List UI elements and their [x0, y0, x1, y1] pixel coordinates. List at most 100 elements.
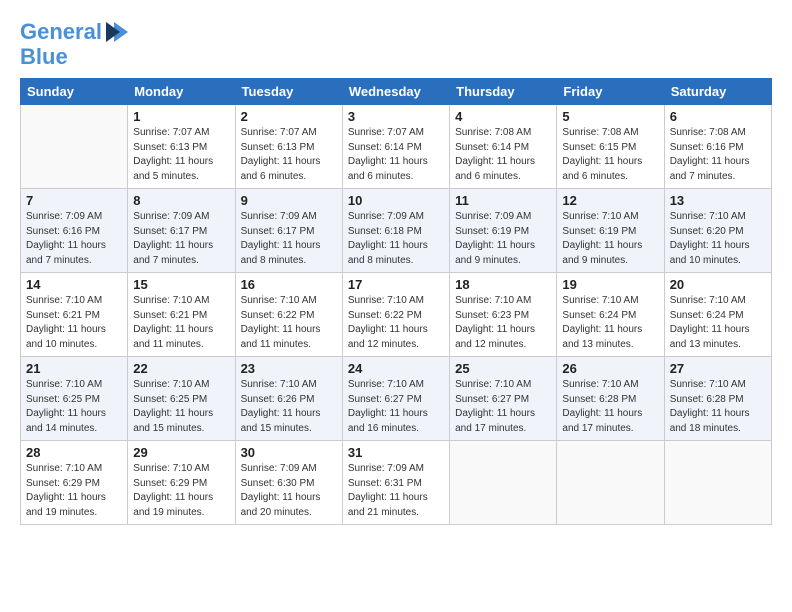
page: General Blue SundayMondayTuesdayWednesda… — [0, 0, 792, 537]
cell-details: Sunrise: 7:10 AM Sunset: 6:22 PM Dayligh… — [348, 294, 444, 352]
calendar-cell — [557, 441, 664, 525]
day-number: 24 — [348, 361, 444, 376]
cell-details: Sunrise: 7:10 AM Sunset: 6:19 PM Dayligh… — [562, 210, 658, 268]
calendar-cell: 29 Sunrise: 7:10 AM Sunset: 6:29 PM Dayli… — [128, 441, 235, 525]
col-header-wednesday: Wednesday — [342, 79, 449, 105]
day-number: 16 — [241, 277, 337, 292]
calendar-cell: 7Sunrise: 7:09 AM Sunset: 6:16 PM Daylig… — [21, 189, 128, 273]
cell-details: Sunrise: 7:10 AM Sunset: 6:26 PM Dayligh… — [241, 378, 337, 436]
cell-details: Sunrise: 7:10 AM Sunset: 6:27 PM Dayligh… — [348, 378, 444, 436]
calendar-cell: 4 Sunrise: 7:08 AM Sunset: 6:14 PM Daylig… — [450, 105, 557, 189]
cell-details: Sunrise: 7:10 AM Sunset: 6:28 PM Dayligh… — [562, 378, 658, 436]
calendar-cell: 10 Sunrise: 7:09 AM Sunset: 6:18 PM Dayli… — [342, 189, 449, 273]
cell-details: Sunrise: 7:10 AM Sunset: 6:29 PM Dayligh… — [26, 462, 122, 520]
day-number: 14 — [26, 277, 122, 292]
cell-details: Sunrise: 7:08 AM Sunset: 6:16 PM Dayligh… — [670, 126, 766, 184]
cell-details: Sunrise: 7:10 AM Sunset: 6:21 PM Dayligh… — [26, 294, 122, 352]
cell-details: Sunrise: 7:09 AM Sunset: 6:18 PM Dayligh… — [348, 210, 444, 268]
day-number: 12 — [562, 193, 658, 208]
calendar-cell: 18 Sunrise: 7:10 AM Sunset: 6:23 PM Dayli… — [450, 273, 557, 357]
col-header-friday: Friday — [557, 79, 664, 105]
cell-details: Sunrise: 7:07 AM Sunset: 6:13 PM Dayligh… — [133, 126, 229, 184]
cell-details: Sunrise: 7:09 AM Sunset: 6:31 PM Dayligh… — [348, 462, 444, 520]
cell-details: Sunrise: 7:10 AM Sunset: 6:28 PM Dayligh… — [670, 378, 766, 436]
calendar-cell: 13 Sunrise: 7:10 AM Sunset: 6:20 PM Dayli… — [664, 189, 771, 273]
calendar-cell — [450, 441, 557, 525]
calendar-week-row: 14 Sunrise: 7:10 AM Sunset: 6:21 PM Dayli… — [21, 273, 772, 357]
calendar-cell: 11 Sunrise: 7:09 AM Sunset: 6:19 PM Dayli… — [450, 189, 557, 273]
day-number: 2 — [241, 109, 337, 124]
cell-details: Sunrise: 7:09 AM Sunset: 6:16 PM Dayligh… — [26, 210, 122, 268]
calendar-cell: 30 Sunrise: 7:09 AM Sunset: 6:30 PM Dayli… — [235, 441, 342, 525]
day-number: 1 — [133, 109, 229, 124]
day-number: 15 — [133, 277, 229, 292]
day-number: 11 — [455, 193, 551, 208]
day-number: 3 — [348, 109, 444, 124]
calendar-week-row: 1 Sunrise: 7:07 AM Sunset: 6:13 PM Daylig… — [21, 105, 772, 189]
calendar-cell: 16 Sunrise: 7:10 AM Sunset: 6:22 PM Dayli… — [235, 273, 342, 357]
cell-details: Sunrise: 7:10 AM Sunset: 6:21 PM Dayligh… — [133, 294, 229, 352]
day-number: 5 — [562, 109, 658, 124]
day-number: 19 — [562, 277, 658, 292]
day-number: 26 — [562, 361, 658, 376]
logo-icon — [104, 18, 132, 46]
calendar-cell: 9 Sunrise: 7:09 AM Sunset: 6:17 PM Daylig… — [235, 189, 342, 273]
day-number: 17 — [348, 277, 444, 292]
day-number: 29 — [133, 445, 229, 460]
calendar-cell: 19 Sunrise: 7:10 AM Sunset: 6:24 PM Dayli… — [557, 273, 664, 357]
day-number: 22 — [133, 361, 229, 376]
calendar-cell: 22Sunrise: 7:10 AM Sunset: 6:25 PM Dayli… — [128, 357, 235, 441]
calendar-cell: 2Sunrise: 7:07 AM Sunset: 6:13 PM Daylig… — [235, 105, 342, 189]
cell-details: Sunrise: 7:07 AM Sunset: 6:14 PM Dayligh… — [348, 126, 444, 184]
col-header-sunday: Sunday — [21, 79, 128, 105]
day-number: 25 — [455, 361, 551, 376]
day-number: 23 — [241, 361, 337, 376]
day-number: 10 — [348, 193, 444, 208]
calendar-cell: 14 Sunrise: 7:10 AM Sunset: 6:21 PM Dayli… — [21, 273, 128, 357]
calendar-cell: 24 Sunrise: 7:10 AM Sunset: 6:27 PM Dayli… — [342, 357, 449, 441]
cell-details: Sunrise: 7:09 AM Sunset: 6:17 PM Dayligh… — [241, 210, 337, 268]
col-header-monday: Monday — [128, 79, 235, 105]
day-number: 20 — [670, 277, 766, 292]
cell-details: Sunrise: 7:10 AM Sunset: 6:23 PM Dayligh… — [455, 294, 551, 352]
calendar-cell: 23 Sunrise: 7:10 AM Sunset: 6:26 PM Dayli… — [235, 357, 342, 441]
col-header-thursday: Thursday — [450, 79, 557, 105]
calendar-cell: 25 Sunrise: 7:10 AM Sunset: 6:27 PM Dayli… — [450, 357, 557, 441]
day-number: 18 — [455, 277, 551, 292]
logo-text: General — [20, 20, 102, 44]
cell-details: Sunrise: 7:10 AM Sunset: 6:24 PM Dayligh… — [562, 294, 658, 352]
calendar-cell — [21, 105, 128, 189]
calendar-cell: 27Sunrise: 7:10 AM Sunset: 6:28 PM Dayli… — [664, 357, 771, 441]
cell-details: Sunrise: 7:10 AM Sunset: 6:20 PM Dayligh… — [670, 210, 766, 268]
calendar-cell: 6 Sunrise: 7:08 AM Sunset: 6:16 PM Daylig… — [664, 105, 771, 189]
day-number: 6 — [670, 109, 766, 124]
cell-details: Sunrise: 7:09 AM Sunset: 6:17 PM Dayligh… — [133, 210, 229, 268]
day-number: 30 — [241, 445, 337, 460]
logo-blue: Blue — [20, 46, 132, 68]
cell-details: Sunrise: 7:10 AM Sunset: 6:25 PM Dayligh… — [26, 378, 122, 436]
day-number: 9 — [241, 193, 337, 208]
col-header-tuesday: Tuesday — [235, 79, 342, 105]
cell-details: Sunrise: 7:10 AM Sunset: 6:24 PM Dayligh… — [670, 294, 766, 352]
calendar-week-row: 7Sunrise: 7:09 AM Sunset: 6:16 PM Daylig… — [21, 189, 772, 273]
calendar-cell: 31 Sunrise: 7:09 AM Sunset: 6:31 PM Dayli… — [342, 441, 449, 525]
cell-details: Sunrise: 7:10 AM Sunset: 6:27 PM Dayligh… — [455, 378, 551, 436]
calendar-table: SundayMondayTuesdayWednesdayThursdayFrid… — [20, 78, 772, 525]
cell-details: Sunrise: 7:08 AM Sunset: 6:14 PM Dayligh… — [455, 126, 551, 184]
calendar-cell: 21Sunrise: 7:10 AM Sunset: 6:25 PM Dayli… — [21, 357, 128, 441]
day-number: 13 — [670, 193, 766, 208]
calendar-cell: 12 Sunrise: 7:10 AM Sunset: 6:19 PM Dayli… — [557, 189, 664, 273]
day-number: 4 — [455, 109, 551, 124]
cell-details: Sunrise: 7:09 AM Sunset: 6:30 PM Dayligh… — [241, 462, 337, 520]
day-number: 28 — [26, 445, 122, 460]
cell-details: Sunrise: 7:10 AM Sunset: 6:22 PM Dayligh… — [241, 294, 337, 352]
calendar-cell: 3 Sunrise: 7:07 AM Sunset: 6:14 PM Daylig… — [342, 105, 449, 189]
cell-details: Sunrise: 7:09 AM Sunset: 6:19 PM Dayligh… — [455, 210, 551, 268]
col-header-saturday: Saturday — [664, 79, 771, 105]
day-number: 31 — [348, 445, 444, 460]
cell-details: Sunrise: 7:10 AM Sunset: 6:29 PM Dayligh… — [133, 462, 229, 520]
calendar-cell: 17 Sunrise: 7:10 AM Sunset: 6:22 PM Dayli… — [342, 273, 449, 357]
calendar-cell: 26 Sunrise: 7:10 AM Sunset: 6:28 PM Dayli… — [557, 357, 664, 441]
calendar-cell: 5Sunrise: 7:08 AM Sunset: 6:15 PM Daylig… — [557, 105, 664, 189]
calendar-week-row: 21Sunrise: 7:10 AM Sunset: 6:25 PM Dayli… — [21, 357, 772, 441]
